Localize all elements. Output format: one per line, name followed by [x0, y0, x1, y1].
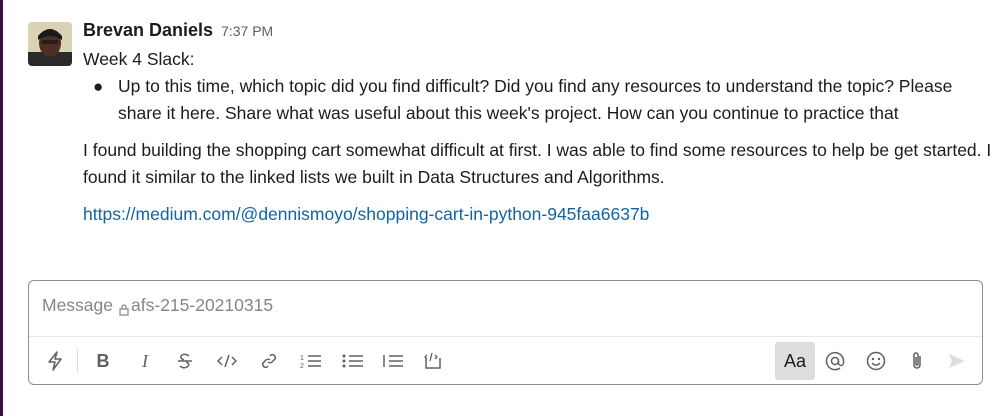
link-icon[interactable] [251, 342, 287, 380]
resource-link[interactable]: https://medium.com/@dennismoyo/shopping-… [83, 201, 649, 228]
bullet-list: ● Up to this time, which topic did you f… [83, 73, 998, 127]
strikethrough-icon[interactable] [167, 342, 203, 380]
avatar[interactable] [28, 22, 72, 66]
blockquote-icon[interactable] [375, 342, 411, 380]
message-input[interactable]: Message afs-215-20210315 [42, 295, 273, 316]
code-block-icon[interactable] [415, 342, 451, 380]
workspace-sidebar-edge [0, 0, 3, 416]
send-icon[interactable] [939, 342, 975, 380]
format-icon[interactable]: Aa [775, 342, 815, 380]
list-item: Up to this time, which topic did you fin… [118, 76, 953, 123]
mention-icon[interactable] [817, 342, 853, 380]
formatting-toolbar: B I 12 Aa [29, 336, 982, 384]
emoji-icon[interactable] [858, 342, 894, 380]
message-composer: Message afs-215-20210315 B I 12 Aa [28, 280, 983, 385]
toolbar-divider [77, 349, 78, 373]
reply-paragraph: I found building the shopping cart somew… [83, 140, 992, 187]
channel-name: afs-215-20210315 [131, 295, 274, 315]
timestamp[interactable]: 7:37 PM [221, 23, 273, 39]
author-name[interactable]: Brevan Daniels [83, 20, 213, 41]
message-body: Brevan Daniels 7:37 PM Week 4 Slack: ● U… [83, 18, 998, 228]
svg-text:1: 1 [300, 355, 304, 362]
attachment-icon[interactable] [899, 342, 935, 380]
svg-text:2: 2 [300, 363, 304, 369]
placeholder-prefix: Message [42, 295, 114, 315]
message-header: Brevan Daniels 7:37 PM [83, 18, 998, 46]
bold-icon[interactable]: B [85, 342, 121, 380]
lock-icon [119, 300, 129, 316]
code-icon[interactable] [209, 342, 245, 380]
ordered-list-icon[interactable]: 12 [293, 342, 329, 380]
bullet-marker: ● [93, 77, 104, 96]
bulleted-list-icon[interactable] [335, 342, 371, 380]
italic-icon[interactable]: I [127, 342, 163, 380]
shortcuts-icon[interactable] [37, 342, 73, 380]
message-title: Week 4 Slack: [83, 49, 195, 69]
